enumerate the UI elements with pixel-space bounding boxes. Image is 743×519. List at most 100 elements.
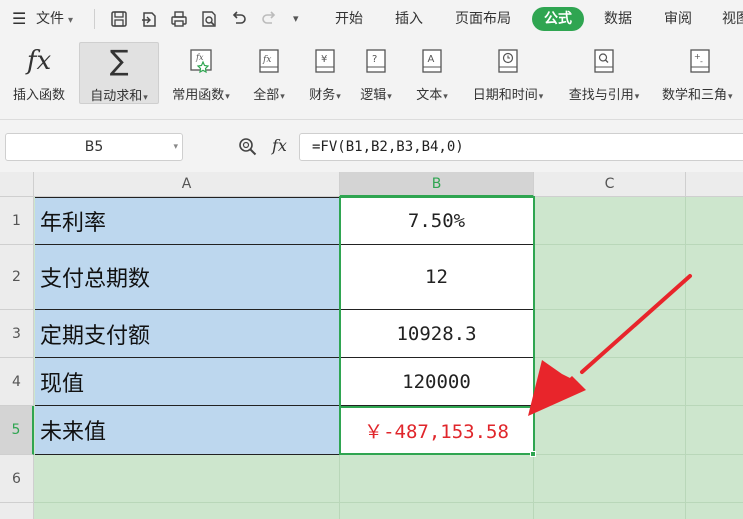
file-menu[interactable]: 文件 ▾ (36, 0, 73, 40)
print-preview-icon[interactable] (200, 9, 218, 29)
gridline (34, 502, 743, 503)
row-header-5[interactable]: 5 (0, 406, 34, 455)
gridline (533, 197, 534, 519)
clock-book-icon (498, 49, 518, 73)
svg-text:?: ? (372, 54, 377, 65)
name-box[interactable]: B5 ▾ (5, 133, 183, 161)
search-book-icon (594, 49, 614, 73)
hamburger-menu-icon[interactable]: ☰ (12, 0, 26, 38)
export-icon[interactable] (140, 9, 158, 29)
svg-text:¥: ¥ (321, 54, 327, 65)
row-header-3[interactable]: 3 (0, 310, 34, 358)
save-icon[interactable] (110, 9, 128, 29)
row-header-6[interactable]: 6 (0, 455, 34, 503)
financial-label: 财务 (309, 88, 336, 103)
chevron-down-icon[interactable]: ▾ (173, 134, 178, 160)
name-box-value: B5 (84, 139, 104, 155)
common-functions-button[interactable]: fx 常用函数▾ (164, 42, 238, 104)
row-header-4[interactable]: 4 (0, 358, 34, 406)
svg-text:fx: fx (262, 55, 271, 65)
column-header-a[interactable]: A (34, 172, 340, 197)
formula-input[interactable]: =FV(B1,B2,B3,B4,0) (299, 133, 743, 161)
function-book-icon: fx (259, 49, 279, 73)
chevron-down-icon: ▾ (225, 92, 230, 102)
file-menu-label: 文件 (36, 11, 64, 27)
tab-page-layout[interactable]: 页面布局 (455, 0, 511, 38)
star-function-icon: fx (190, 49, 212, 74)
chevron-down-icon: ▾ (634, 92, 640, 102)
lookup-reference-label: 查找与引用 (568, 88, 634, 103)
text-functions-button[interactable]: A 文本▾ (408, 42, 456, 104)
sigma-icon: ∑ (109, 44, 129, 77)
math-trig-label: 数学和三角 (662, 88, 728, 103)
column-header-c[interactable]: C (534, 172, 686, 197)
lookup-reference-functions-button[interactable]: 查找与引用▾ (561, 42, 647, 104)
gridline (685, 197, 686, 519)
cell-a4[interactable]: 现值 (35, 358, 340, 406)
column-header-d[interactable] (686, 172, 743, 197)
menu-divider (94, 9, 95, 29)
svg-text:-: - (700, 57, 703, 66)
spreadsheet-grid: A B C 1 年利率 7.50% 2 支付总期数 12 3 定期支付额 109… (0, 172, 743, 519)
row-header-7[interactable] (0, 503, 34, 519)
fx-icon[interactable]: fx (272, 133, 287, 159)
zoom-search-icon[interactable] (238, 137, 258, 157)
tab-formulas[interactable]: 公式 (532, 7, 584, 31)
chevron-down-icon: ▾ (728, 92, 733, 102)
column-header-b[interactable]: B (340, 172, 534, 197)
cell-a2[interactable]: 支付总期数 (35, 245, 340, 310)
cell-a1[interactable]: 年利率 (35, 197, 340, 245)
fill-handle[interactable] (530, 451, 536, 457)
tab-start[interactable]: 开始 (335, 0, 363, 38)
logical-label: 逻辑 (360, 88, 387, 103)
cell-b3[interactable]: 10928.3 (340, 310, 533, 358)
print-icon[interactable] (170, 9, 188, 29)
text-book-icon: A (422, 49, 442, 73)
autosum-button[interactable]: ∑ 自动求和▾ (79, 42, 159, 104)
gridline (533, 405, 743, 406)
row-header-1[interactable]: 1 (0, 197, 34, 245)
cell-b5[interactable]: ￥-487,153.58 (340, 406, 533, 455)
row-header-2[interactable]: 2 (0, 245, 34, 310)
cell-a3[interactable]: 定期支付额 (35, 310, 340, 358)
math-trig-functions-button[interactable]: + - 数学和三角▾ (658, 42, 743, 104)
question-book-icon: ? (366, 49, 386, 73)
fx-icon: fx (26, 46, 52, 76)
tab-data[interactable]: 数据 (604, 0, 632, 38)
formula-ribbon: fx 插入函数 ∑ 自动求和▾ fx 常用函数▾ fx 全部▾ ¥ 财务▾ ? … (0, 38, 743, 120)
menu-bar: ☰ 文件 ▾ ▾ 开始 插入 页面布局 公式 数据 审阅 视图 (0, 0, 743, 38)
undo-icon[interactable] (230, 9, 248, 29)
gridline (533, 309, 743, 310)
svg-text:fx: fx (195, 53, 204, 62)
date-time-functions-button[interactable]: 日期和时间▾ (465, 42, 551, 104)
chevron-down-icon: ▾ (143, 93, 148, 103)
redo-icon[interactable] (260, 9, 278, 29)
all-functions-button[interactable]: fx 全部▾ (243, 42, 295, 104)
all-functions-label: 全部 (253, 88, 280, 103)
yen-book-icon: ¥ (315, 49, 335, 73)
common-functions-label: 常用函数 (172, 88, 225, 103)
tab-review[interactable]: 审阅 (664, 0, 692, 38)
formula-bar: B5 ▾ fx =FV(B1,B2,B3,B4,0) (0, 120, 743, 172)
chevron-down-icon: ▾ (387, 92, 392, 102)
cell-a5[interactable]: 未来值 (35, 406, 340, 455)
tab-insert[interactable]: 插入 (395, 0, 423, 38)
cell-b2[interactable]: 12 (340, 245, 533, 310)
math-book-icon: +- (690, 49, 710, 73)
customize-toolbar-icon[interactable]: ▾ (293, 0, 299, 38)
financial-functions-button[interactable]: ¥ 财务▾ (300, 42, 350, 104)
logical-functions-button[interactable]: ? 逻辑▾ (353, 42, 399, 104)
tab-view[interactable]: 视图 (722, 0, 743, 38)
autosum-label: 自动求和 (90, 89, 143, 104)
gridline (533, 357, 743, 358)
text-label: 文本 (416, 88, 443, 103)
insert-function-button[interactable]: fx 插入函数 (4, 42, 74, 104)
select-all-corner[interactable] (0, 172, 34, 197)
gridline (339, 454, 340, 519)
cell-b4[interactable]: 120000 (340, 358, 533, 406)
chevron-down-icon: ▾ (443, 92, 448, 102)
gridline (533, 244, 743, 245)
svg-text:A: A (428, 54, 435, 65)
insert-function-label: 插入函数 (12, 88, 65, 103)
cell-b1[interactable]: 7.50% (340, 197, 533, 245)
